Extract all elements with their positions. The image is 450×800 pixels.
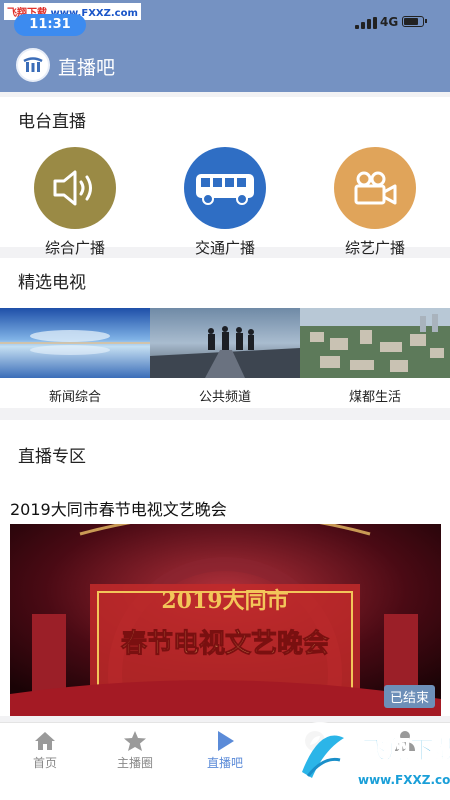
app-header: 直播吧 (0, 40, 450, 92)
status-badge: 已结束 (383, 685, 435, 708)
speaker-icon (34, 147, 116, 229)
watermark-url: www.FXXZ.com (358, 773, 450, 787)
tv-channel-label: 新闻综合 (48, 390, 101, 405)
radio-item-variety[interactable]: 综艺广播 (325, 147, 425, 258)
channel-thumbnail-image (150, 308, 300, 378)
network-type: 4G (380, 15, 399, 29)
tv-channel-news[interactable]: 新闻综合 (0, 308, 150, 405)
home-icon (35, 732, 55, 750)
star-icon (124, 731, 146, 751)
banner-title-text: 春节电视文艺晚会 (121, 628, 329, 659)
tv-section: 精选电视 新闻综合 公共频道 煤都生活 (0, 258, 450, 408)
live-event-title[interactable]: 2019大同市春节电视文艺晚会 (10, 496, 227, 520)
watermark-brand: 飞翔下载 (362, 736, 450, 764)
tab-live[interactable]: 直播吧 (180, 723, 270, 783)
video-camera-icon (334, 147, 416, 229)
battery-icon (402, 16, 427, 27)
live-section: 直播专区 2019大同市春节电视文艺晚会 2019大同市 春节电视文艺晚会 已结… (0, 420, 450, 716)
section-title-radio: 电台直播 (18, 112, 86, 132)
signal-icon (355, 17, 377, 29)
tv-channel-label: 公共频道 (198, 390, 251, 405)
channel-thumbnail-image (0, 308, 150, 378)
watermark-logo: 飞翔下载 www.FXXZ.com (280, 716, 450, 800)
radio-label: 交通广播 (194, 239, 255, 257)
live-event-banner[interactable]: 2019大同市 春节电视文艺晚会 已结束 (10, 524, 441, 716)
tab-label: 首页 (32, 756, 57, 770)
banner-subtitle-text: 2019大同市 (161, 588, 288, 614)
tab-anchor-circle[interactable]: 主播圈 (90, 723, 180, 783)
app-logo-icon (16, 48, 50, 82)
tv-channel-public[interactable]: 公共频道 (150, 308, 300, 405)
radio-label: 综合广播 (44, 239, 105, 257)
radio-item-general[interactable]: 综合广播 (25, 147, 125, 258)
play-icon (218, 731, 234, 751)
tab-label: 主播圈 (116, 756, 153, 770)
tv-channel-coal-city[interactable]: 煤都生活 (300, 308, 450, 405)
tv-channel-label: 煤都生活 (348, 390, 401, 405)
channel-thumbnail-image (300, 308, 450, 378)
status-bar: 飞翔下载 www.FXXZ.com 11:31 4G (0, 0, 450, 40)
tab-home[interactable]: 首页 (0, 723, 90, 783)
bus-icon (184, 147, 266, 229)
tab-label: 直播吧 (206, 756, 243, 770)
section-title-live: 直播专区 (18, 447, 86, 467)
status-time: 11:31 (14, 14, 86, 36)
radio-label: 综艺广播 (344, 239, 405, 257)
radio-section: 电台直播 综合广播 交通广播 综艺广播 (0, 97, 450, 257)
page-title: 直播吧 (58, 57, 116, 79)
banner-image: 2019大同市 春节电视文艺晚会 (10, 524, 441, 716)
radio-item-traffic[interactable]: 交通广播 (175, 147, 275, 258)
section-title-tv: 精选电视 (18, 273, 86, 293)
